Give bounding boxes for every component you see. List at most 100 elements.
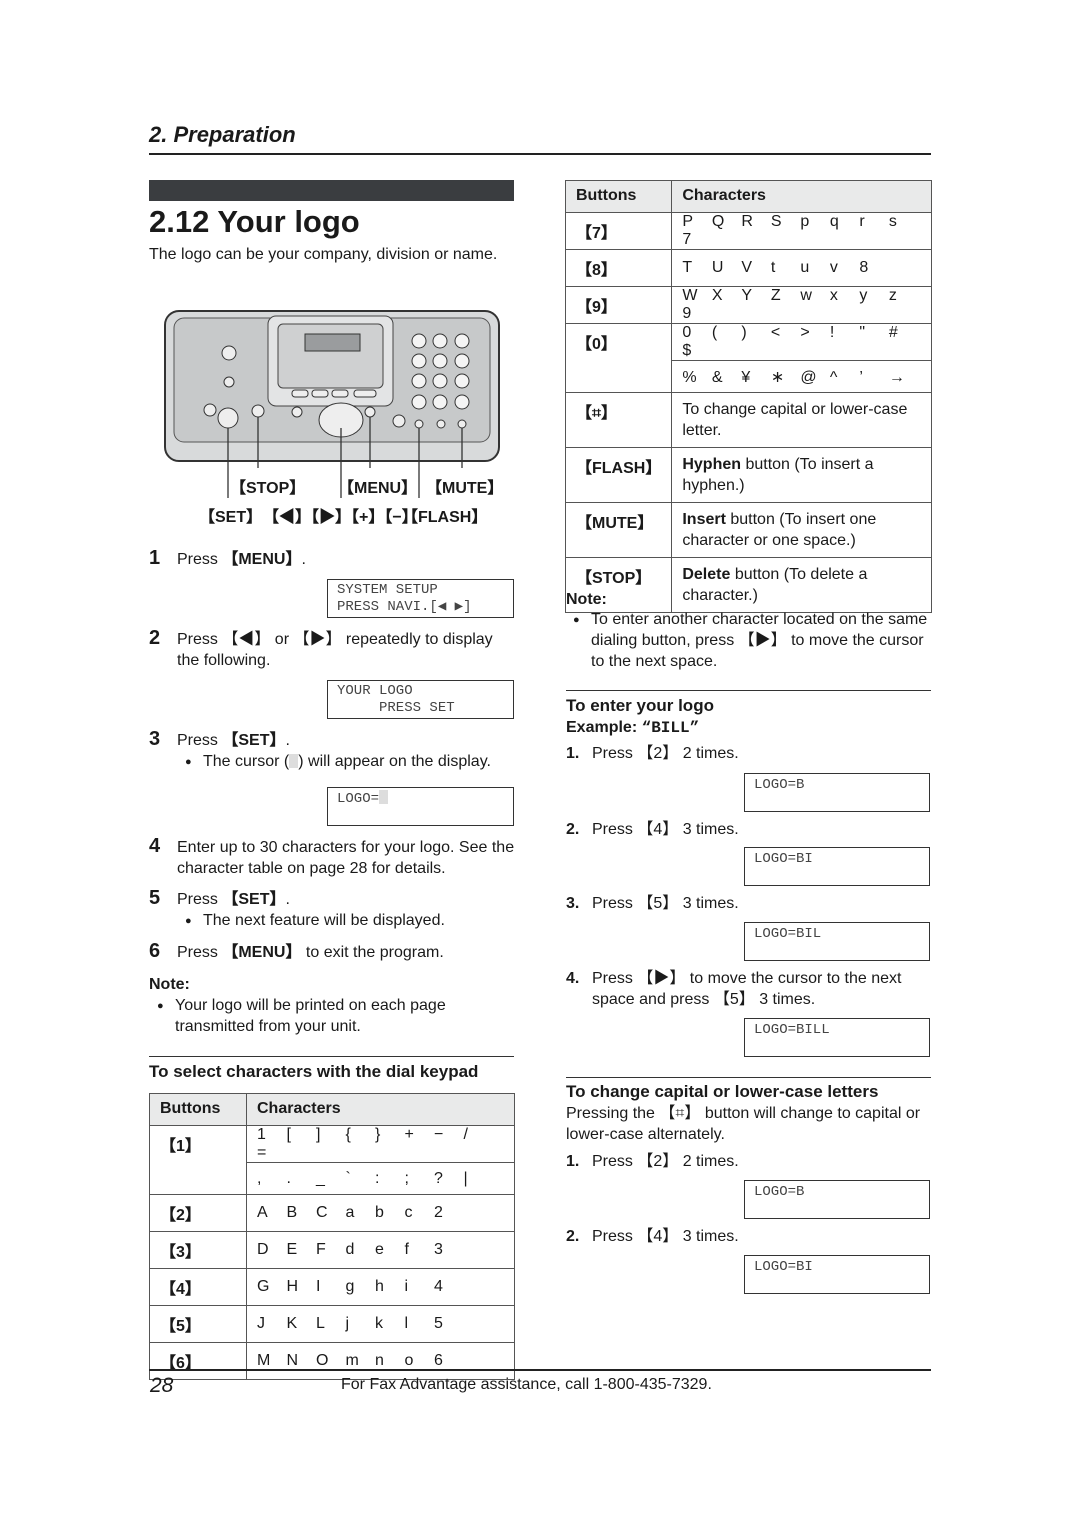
character: f	[404, 1241, 409, 1258]
section-rule	[566, 690, 931, 691]
character: e	[375, 1241, 384, 1258]
step-number: 6	[149, 940, 161, 962]
step-number: 1	[149, 547, 161, 569]
lcd-display: LOGO=BIL	[744, 922, 930, 961]
character: 9	[682, 305, 692, 322]
character: h	[375, 1278, 384, 1295]
table-row: 【4】 G H Ig h i 4	[149, 1268, 515, 1306]
lcd-display: LOGO=B	[744, 773, 930, 812]
character: "	[859, 324, 866, 341]
label-stop: 【STOP】	[230, 480, 306, 497]
step-number: 2.	[566, 821, 580, 838]
step-text: Press 【▶】 to move the cursor to the next…	[592, 970, 902, 1008]
step-text: Press 【5】 3 times.	[592, 895, 739, 912]
character: r	[859, 213, 865, 230]
character: ]	[316, 1126, 321, 1143]
character: /	[463, 1126, 468, 1143]
description-cell: Insert button (To insert one character o…	[671, 502, 932, 558]
table-row: 【STOP】 Delete button (To delete a charact…	[564, 557, 932, 613]
character: z	[888, 287, 897, 304]
character-cell: J K Lj k l 5	[246, 1305, 515, 1343]
page-number: 28	[150, 1374, 174, 1397]
note-label: Note:	[149, 976, 190, 993]
footer-text: For Fax Advantage assistance, call 1-800…	[341, 1376, 712, 1393]
description-cell: To change capital or lower-case letter.	[671, 392, 932, 448]
character: l	[404, 1315, 409, 1332]
section-rule	[566, 1077, 931, 1078]
label-flash: 【FLASH】	[402, 509, 488, 526]
description: To change capital or lower-case letter.	[682, 401, 908, 439]
table-row: 【1】 1 [] {} + − / =	[149, 1125, 515, 1195]
button-key: 【MUTE】	[564, 502, 673, 558]
col-characters: Characters	[671, 180, 932, 213]
step-number: 2	[149, 627, 161, 649]
character: D	[257, 1241, 269, 1258]
character-cell: MNOmn o 6	[246, 1342, 515, 1380]
character-cell: ,. _ `:;? |	[246, 1162, 515, 1195]
character: k	[375, 1315, 383, 1332]
character: b	[375, 1204, 384, 1221]
character: ¥	[741, 368, 751, 386]
character: 5	[434, 1315, 443, 1332]
character: (	[711, 324, 718, 341]
step-number: 3.	[566, 895, 580, 912]
character: K	[286, 1315, 298, 1332]
description-bold: Insert	[682, 511, 726, 528]
step-number: 1.	[566, 745, 580, 762]
table-row: 【7】 P Q R Sp q r s 7	[564, 212, 932, 250]
character: u	[800, 259, 810, 276]
character: E	[286, 1241, 298, 1258]
lcd-display: YOUR LOGO PRESS SET	[327, 680, 514, 719]
character: I	[316, 1278, 321, 1295]
lcd-display: LOGO=BI	[744, 1255, 930, 1294]
character: X	[711, 287, 723, 304]
lcd-display: LOGO=BILL	[744, 1018, 930, 1057]
step-number: 5	[149, 887, 161, 909]
table-row: 【5】 J K Lj k l 5	[149, 1305, 515, 1343]
character-cell: P Q R Sp q r s 7	[671, 212, 932, 250]
character: a	[345, 1204, 355, 1221]
character: #	[888, 324, 898, 341]
table-row: 【8】 T U Vt u v 8	[564, 249, 932, 287]
lcd-display: LOGO=BI	[744, 847, 930, 886]
step-5-bullet: The next feature will be displayed.	[185, 910, 445, 932]
example: Example: “BILL”	[566, 719, 700, 737]
character: .	[286, 1169, 291, 1187]
change-case-title: To change capital or lower-case letters	[566, 1082, 879, 1101]
character: <	[770, 324, 781, 341]
step-text: Press 【2】 2 times.	[592, 1153, 739, 1170]
character: $	[682, 342, 692, 359]
section-rule	[149, 1056, 514, 1057]
table-row: 【6】 M N Om n o 6	[149, 1342, 515, 1380]
description-bold: Delete	[682, 566, 731, 583]
character: {	[345, 1126, 351, 1143]
step-number: 4	[149, 835, 161, 857]
description-cell: Hyphen button (To insert a hyphen.)	[671, 447, 932, 503]
table-row: 【⌗】 To change capital or lower-case lette…	[564, 392, 932, 448]
dial-section-title: To select characters with the dial keypa…	[149, 1062, 479, 1081]
character: R	[741, 213, 753, 230]
button-key: 【7】	[564, 212, 673, 250]
character: v	[829, 259, 838, 276]
step-number: 3	[149, 728, 161, 750]
label-mute: 【MUTE】	[426, 480, 504, 497]
character-cell: 1 [] {} + − / =	[246, 1125, 515, 1163]
step-text: Press 【4】 3 times.	[592, 1228, 739, 1245]
character: 0	[682, 324, 692, 341]
character: d	[345, 1241, 355, 1258]
character: |	[463, 1169, 468, 1187]
character: G	[257, 1278, 270, 1295]
character: N	[286, 1352, 299, 1369]
button-key: 【1】	[149, 1125, 247, 1195]
character: >	[800, 324, 810, 341]
character: }	[375, 1126, 381, 1143]
cursor-icon	[289, 754, 299, 768]
button-key: 【3】	[149, 1231, 247, 1269]
character: !	[829, 324, 835, 341]
character: ?	[434, 1169, 443, 1187]
title-bar	[149, 180, 514, 201]
button-key: 【9】	[564, 286, 673, 324]
character-cell: 0 () < >! " # $	[671, 323, 932, 361]
character: %	[682, 368, 697, 386]
button-key: 【5】	[149, 1305, 247, 1343]
